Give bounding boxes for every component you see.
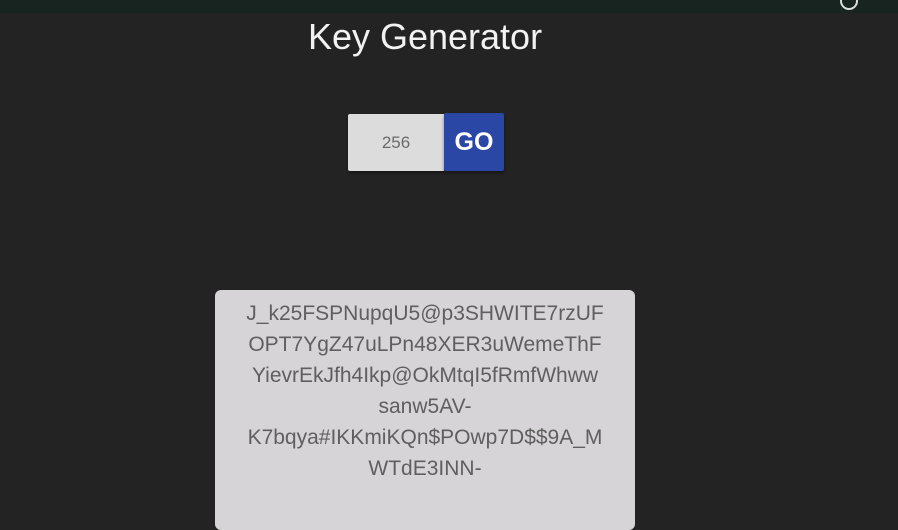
key-line: J_k25FSPNupqU5@p3SHWITE7rzUF	[246, 302, 604, 325]
page-title: Key Generator	[307, 16, 543, 57]
key-length-input[interactable]	[348, 114, 444, 171]
key-line: WTdE3INN-	[368, 457, 482, 480]
go-button[interactable]: GO	[444, 113, 504, 171]
key-line: OPT7YgZ47uLPn48XER3uWemeThF	[248, 333, 602, 356]
generated-key-output: J_k25FSPNupqU5@p3SHWITE7rzUF OPT7YgZ47uL…	[215, 290, 635, 530]
status-circle-icon	[840, 0, 858, 10]
key-line: K7bqya#IKKmiKQn$POwp7D$$9A_M	[247, 426, 603, 449]
key-line: sanw5AV-	[378, 395, 472, 418]
key-line: YievrEkJfh4Ikp@OkMtqI5fRmfWhww	[251, 364, 599, 387]
status-bar	[0, 0, 898, 13]
